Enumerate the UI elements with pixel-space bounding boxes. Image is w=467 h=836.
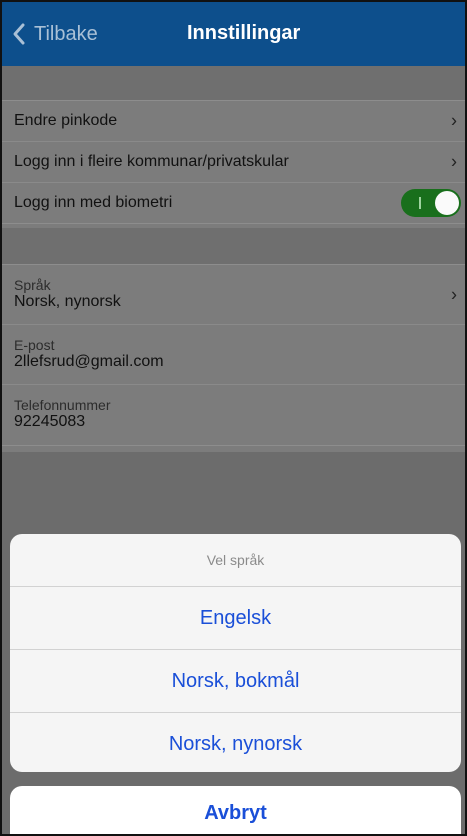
section-spacer bbox=[2, 228, 465, 264]
back-button[interactable]: Tilbake bbox=[12, 20, 98, 48]
chevron-right-icon: › bbox=[451, 151, 457, 172]
chevron-right-icon: › bbox=[451, 110, 457, 131]
language-action-sheet: Vel språk Engelsk Norsk, bokmål Norsk, n… bbox=[10, 534, 461, 772]
language-label: Språk bbox=[14, 277, 51, 293]
option-english[interactable]: Engelsk bbox=[10, 587, 461, 650]
language-row[interactable]: Språk Norsk, nynorsk › bbox=[2, 265, 465, 325]
biometric-toggle[interactable] bbox=[401, 189, 461, 217]
section-spacer bbox=[2, 66, 465, 100]
settings-group-security: Endre pinkode › Logg inn i fleire kommun… bbox=[2, 100, 465, 224]
app-frame: Tilbake Innstillingar Endre pinkode › Lo… bbox=[0, 0, 467, 836]
email-label: E-post bbox=[14, 337, 55, 353]
cancel-button[interactable]: Avbryt bbox=[10, 786, 461, 834]
multi-municipality-label: Logg inn i fleire kommunar/privatskular bbox=[14, 153, 289, 170]
page-title: Innstillingar bbox=[187, 22, 301, 44]
phone-value: 92245083 bbox=[14, 413, 86, 430]
toggle-on-mark bbox=[419, 197, 421, 209]
back-label: Tilbake bbox=[34, 22, 98, 45]
email-row: E-post 2llefsrud@gmail.com bbox=[2, 325, 465, 385]
language-value: Norsk, nynorsk bbox=[14, 293, 121, 310]
phone-label: Telefonnummer bbox=[14, 397, 111, 413]
biometric-login-label: Logg inn med biometri bbox=[14, 194, 173, 211]
phone-row: Telefonnummer 92245083 bbox=[2, 385, 465, 445]
multi-municipality-row[interactable]: Logg inn i fleire kommunar/privatskular … bbox=[2, 142, 465, 183]
option-nynorsk[interactable]: Norsk, nynorsk bbox=[10, 713, 461, 772]
change-pin-row[interactable]: Endre pinkode › bbox=[2, 101, 465, 142]
toggle-knob bbox=[435, 191, 459, 215]
email-value: 2llefsrud@gmail.com bbox=[14, 353, 164, 370]
biometric-login-row: Logg inn med biometri bbox=[2, 183, 465, 223]
option-bokmal[interactable]: Norsk, bokmål bbox=[10, 650, 461, 713]
chevron-left-icon bbox=[13, 23, 25, 45]
settings-group-profile: Språk Norsk, nynorsk › E-post 2llefsrud@… bbox=[2, 264, 465, 446]
navigation-bar: Tilbake Innstillingar bbox=[2, 2, 465, 66]
change-pin-label: Endre pinkode bbox=[14, 112, 118, 129]
sheet-title: Vel språk bbox=[10, 534, 461, 587]
chevron-right-icon: › bbox=[451, 284, 457, 304]
